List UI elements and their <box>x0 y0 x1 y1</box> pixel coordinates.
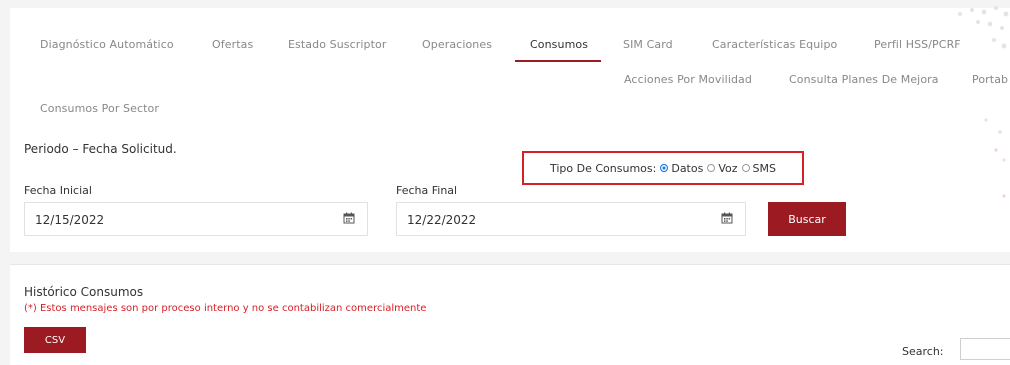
tab-ofertas[interactable]: Ofertas <box>212 38 253 51</box>
fecha-final-input[interactable]: 12/22/2022 <box>396 202 746 236</box>
tab-caracteristicas-equipo[interactable]: Características Equipo <box>712 38 837 51</box>
fecha-inicial-input[interactable]: 12/15/2022 <box>24 202 368 236</box>
tab-portabilidad[interactable]: Portab <box>972 73 1008 86</box>
fecha-final-value: 12/22/2022 <box>407 213 477 227</box>
tab-estado-suscriptor[interactable]: Estado Suscriptor <box>288 38 387 51</box>
tab-perfil-hss-pcrf[interactable]: Perfil HSS/PCRF <box>874 38 961 51</box>
top-strip <box>0 0 1010 8</box>
consumption-filter-form: Periodo – Fecha Solicitud. Tipo De Consu… <box>10 126 1010 252</box>
tab-diagnostico-automatico[interactable]: Diagnóstico Automático <box>40 38 174 51</box>
fecha-inicial-label: Fecha Inicial <box>24 184 92 197</box>
calendar-icon[interactable] <box>343 212 355 224</box>
search-input[interactable] <box>960 338 1010 360</box>
tipo-consumos-group: Tipo De Consumos: Datos Voz SMS <box>522 151 804 185</box>
tipo-consumos-label: Tipo De Consumos: <box>549 161 657 175</box>
historico-consumos-panel: Histórico Consumos (*) Estos mensajes so… <box>10 264 1010 365</box>
radio-voz-label[interactable]: Voz <box>718 162 737 175</box>
tabs-panel: Diagnóstico Automático Ofertas Estado Su… <box>10 8 1010 127</box>
csv-export-button[interactable]: CSV <box>24 327 86 353</box>
tab-operaciones[interactable]: Operaciones <box>422 38 492 51</box>
radio-voz[interactable] <box>707 164 716 172</box>
active-tab-indicator <box>515 60 601 62</box>
radio-sms-label[interactable]: SMS <box>753 162 776 175</box>
fecha-inicial-value: 12/15/2022 <box>35 213 105 227</box>
historico-note: (*) Estos mensajes son por proceso inter… <box>24 303 427 314</box>
search-label: Search: <box>902 345 944 358</box>
radio-sms[interactable] <box>741 164 750 172</box>
section-gap <box>0 252 1010 264</box>
historico-title: Histórico Consumos <box>24 285 144 299</box>
tab-acciones-por-movilidad[interactable]: Acciones Por Movilidad <box>624 73 752 86</box>
tab-consumos[interactable]: Consumos <box>530 38 588 51</box>
buscar-button[interactable]: Buscar <box>768 202 846 236</box>
tab-sim-card[interactable]: SIM Card <box>623 38 673 51</box>
calendar-icon[interactable] <box>721 212 733 224</box>
fecha-final-label: Fecha Final <box>396 184 458 197</box>
periodo-heading: Periodo – Fecha Solicitud. <box>24 142 177 156</box>
tab-consumos-por-sector[interactable]: Consumos Por Sector <box>40 102 159 115</box>
tab-consulta-planes-de-mejora[interactable]: Consulta Planes De Mejora <box>789 73 939 86</box>
radio-datos-label[interactable]: Datos <box>671 162 703 175</box>
radio-datos[interactable] <box>660 164 669 172</box>
